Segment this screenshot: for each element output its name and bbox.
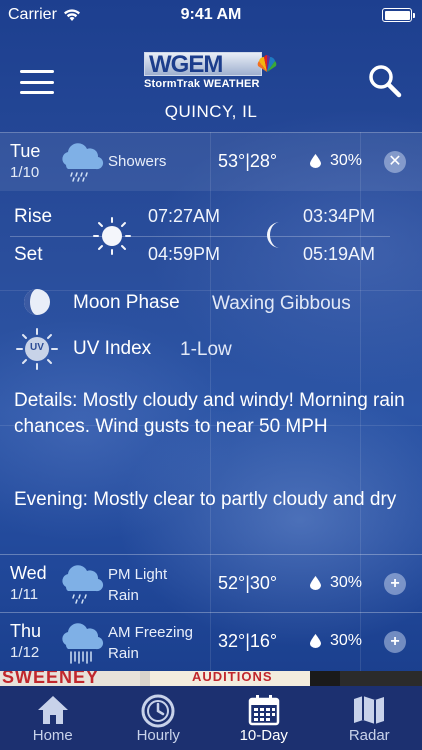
uv-index-label: UV Index — [73, 338, 152, 359]
header: WGEM StormTrak WEATHER QUINCY, IL — [0, 30, 422, 132]
logo-wordmark: WGEM — [144, 52, 262, 77]
condition-text-line2: Rain — [108, 587, 139, 604]
day-date: 1/12 — [10, 644, 40, 661]
forecast-day-row[interactable]: Wed 1/11 PM Light Rain 52°|30° 30% + — [0, 555, 422, 613]
moon-phase-label: Moon Phase — [73, 292, 180, 313]
forecast-details: Details: Mostly cloudy and windy! Mornin… — [14, 390, 405, 437]
precip-chance: 30% — [330, 632, 363, 649]
peacock-icon — [257, 55, 277, 72]
expand-button[interactable]: + — [384, 631, 406, 653]
moonrise-time: 03:34PM — [303, 206, 376, 226]
condition-text-line1: PM Light — [108, 566, 168, 583]
status-bar: Carrier 9:41 AM — [0, 0, 422, 30]
tab-hourly[interactable]: Hourly — [106, 686, 212, 750]
sun-icon — [93, 217, 131, 255]
forecast-day-row[interactable]: Tue 1/10 Showers 53°|28° 30% ✕ — [0, 133, 422, 191]
condition-text-line2: Rain — [108, 645, 139, 662]
temperature-range: 53°|28° — [218, 151, 278, 171]
expand-button[interactable]: + — [384, 573, 406, 595]
day-name: Thu — [10, 621, 42, 641]
freezing-rain-icon — [62, 623, 104, 664]
tab-10-day[interactable]: 10-Day — [211, 686, 317, 750]
clock-icon — [141, 694, 175, 728]
collapse-button[interactable]: ✕ — [384, 151, 406, 173]
moon-phase-icon — [24, 289, 50, 315]
raindrop-icon — [310, 634, 321, 648]
background-gridline — [0, 290, 422, 291]
station-logo: WGEM StormTrak WEATHER — [144, 52, 278, 92]
day-name: Tue — [10, 141, 41, 161]
ad-banner[interactable]: SWEENEY AUDITIONS — [0, 671, 422, 686]
calendar-icon — [248, 695, 279, 726]
condition-text: Showers — [108, 153, 167, 170]
day-date: 1/11 — [10, 586, 39, 603]
menu-button[interactable] — [20, 70, 54, 94]
tab-bar: Home Hourly 10-Day Radar — [0, 686, 422, 750]
tab-label: 10-Day — [239, 727, 288, 744]
uv-index-value: 1-Low — [180, 339, 232, 360]
sunset-time: 04:59PM — [148, 244, 221, 264]
sunrise-time: 07:27AM — [148, 206, 221, 226]
tab-home[interactable]: Home — [0, 686, 106, 750]
showers-icon — [62, 143, 104, 182]
condition-text-line1: AM Freezing — [108, 624, 194, 641]
battery-icon — [382, 8, 415, 22]
logo-subtitle: StormTrak WEATHER — [144, 78, 260, 90]
tab-label: Home — [32, 727, 73, 744]
temperature-range: 32°|16° — [218, 631, 278, 651]
forecast-day-row[interactable]: Thu 1/12 AM Freezing Rain 32°|16° 30% + — [0, 613, 422, 671]
moon-icon — [267, 222, 280, 248]
uv-badge-text: UV — [30, 342, 44, 353]
search-icon[interactable] — [368, 64, 402, 98]
raindrop-icon — [310, 576, 321, 590]
status-time: 9:41 AM — [180, 6, 242, 23]
home-icon — [37, 696, 68, 724]
rise-set-divider — [10, 236, 390, 237]
ad-text-secondary: AUDITIONS — [192, 671, 273, 684]
tab-label: Hourly — [136, 727, 180, 744]
moonset-time: 05:19AM — [303, 244, 376, 264]
day-date: 1/10 — [10, 164, 40, 181]
map-icon — [354, 696, 385, 724]
day-name: Wed — [10, 563, 47, 583]
location-label[interactable]: QUINCY, IL — [0, 102, 422, 122]
precip-chance: 30% — [330, 152, 363, 169]
rise-label: Rise — [14, 206, 53, 227]
moon-phase-value: Waxing Gibbous — [212, 293, 351, 314]
light-rain-icon — [62, 565, 104, 604]
ad-text-primary: SWEENEY — [2, 671, 100, 686]
forecast-evening: Evening: Mostly clear to partly cloudy a… — [14, 489, 397, 510]
set-label: Set — [14, 244, 43, 265]
tab-label: Radar — [348, 727, 390, 744]
raindrop-icon — [310, 154, 321, 168]
temperature-range: 52°|30° — [218, 573, 278, 593]
precip-chance: 30% — [330, 574, 363, 591]
tab-radar[interactable]: Radar — [317, 686, 422, 750]
